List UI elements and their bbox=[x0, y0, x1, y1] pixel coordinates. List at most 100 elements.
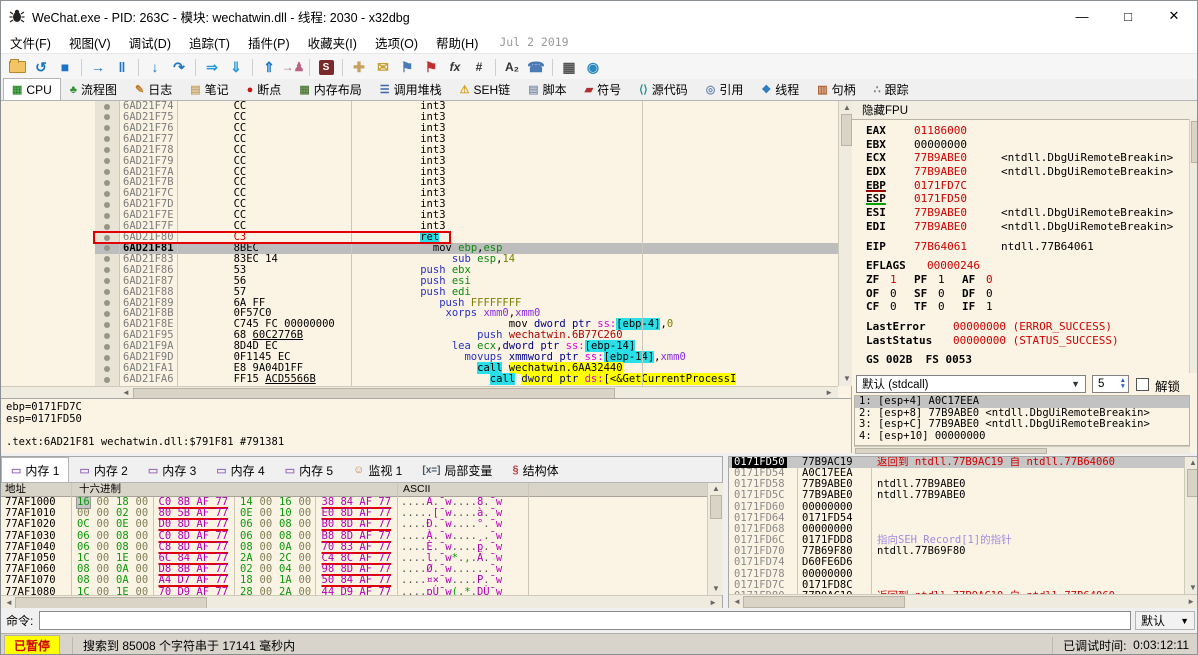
dump-tab-内存 5[interactable]: ▭内存 5 bbox=[275, 457, 343, 482]
calculator-button[interactable]: ▦ bbox=[557, 56, 581, 78]
register-row[interactable]: EIP77B64061ntdll.77B64061 bbox=[852, 240, 1190, 254]
dump-hscrollbar[interactable]: ◄ ► bbox=[1, 595, 722, 609]
tab-CPU[interactable]: ▦CPU bbox=[3, 78, 61, 100]
breakpoint-dot-icon[interactable] bbox=[104, 289, 110, 295]
tab-源代码[interactable]: ⟨⟩源代码 bbox=[630, 78, 697, 100]
register-row[interactable]: ECX77B9ABE0<ntdll.DbgUiRemoteBreakin> bbox=[852, 151, 1190, 165]
breakpoint-dot-icon[interactable] bbox=[104, 136, 110, 142]
tab-笔记[interactable]: ▤笔记 bbox=[181, 78, 237, 100]
tab-符号[interactable]: ▰符号 bbox=[576, 78, 630, 100]
dump-vscrollbar[interactable]: ▲ ▼ bbox=[707, 483, 723, 595]
breakpoint-dot-icon[interactable] bbox=[104, 180, 110, 186]
tab-句柄[interactable]: ▥句柄 bbox=[808, 78, 864, 100]
disasm-row[interactable]: 6AD21F78CCint3 bbox=[1, 145, 838, 156]
menu-插件(P)[interactable]: 插件(P) bbox=[239, 31, 299, 54]
calling-convention-select[interactable]: 默认 (stdcall)▼ bbox=[856, 375, 1086, 393]
disasm-row[interactable]: 6AD21F8756push esi bbox=[1, 276, 838, 287]
tab-线程[interactable]: ❖线程 bbox=[752, 78, 808, 100]
register-row[interactable]: ESP0171FD50 bbox=[852, 192, 1190, 206]
stack-row[interactable]: 0171FD5C77B9ABE0ntdll.77B9ABE0 bbox=[729, 490, 1184, 501]
flags-row[interactable]: ZF1PF1AF0 bbox=[852, 273, 1190, 287]
breakpoint-dot-icon[interactable] bbox=[104, 366, 110, 372]
register-row[interactable]: EBX00000000 bbox=[852, 138, 1190, 152]
breakpoint-dot-icon[interactable] bbox=[104, 344, 110, 350]
tab-跟踪[interactable]: ∴跟踪 bbox=[865, 78, 918, 100]
dump-tab-内存 4[interactable]: ▭内存 4 bbox=[206, 457, 274, 482]
breakpoint-dot-icon[interactable] bbox=[104, 300, 110, 306]
tab-SEH链[interactable]: ⚠SEH链 bbox=[451, 78, 520, 100]
function-button[interactable]: fx bbox=[443, 56, 467, 78]
run-to-user-module-button[interactable]: →♟ bbox=[281, 56, 305, 78]
assemble-button[interactable]: # bbox=[467, 56, 491, 78]
menu-帮助(H)[interactable]: 帮助(H) bbox=[427, 31, 487, 54]
breakpoint-dot-icon[interactable] bbox=[104, 267, 110, 273]
dump-tab-内存 3[interactable]: ▭内存 3 bbox=[138, 457, 206, 482]
hide-fpu-button[interactable]: 隐藏FPU bbox=[852, 101, 1198, 120]
call-argument-row[interactable]: 1: [esp+4] A0C17EEA bbox=[855, 396, 1189, 408]
label-button[interactable]: ⚑ bbox=[395, 56, 419, 78]
stack-row[interactable]: 0171FD6000000000 bbox=[729, 502, 1184, 513]
dump-tab-局部变量[interactable]: [x=]局部变量 bbox=[412, 457, 502, 482]
close-button[interactable]: ✕ bbox=[1151, 1, 1197, 31]
breakpoint-dot-icon[interactable] bbox=[104, 256, 110, 262]
maximize-button[interactable]: □ bbox=[1105, 1, 1151, 31]
disasm-row[interactable]: 6AD21F8857push edi bbox=[1, 287, 838, 298]
breakpoint-dot-icon[interactable] bbox=[104, 202, 110, 208]
execute-till-return-button[interactable]: ⇑ bbox=[257, 56, 281, 78]
arg-count-stepper[interactable]: 5 ▲▼ bbox=[1092, 375, 1129, 393]
breakpoint-dot-icon[interactable] bbox=[104, 104, 110, 110]
dump-tab-监视 1[interactable]: ☺监视 1 bbox=[343, 457, 412, 482]
registers-vscrollbar[interactable] bbox=[1189, 119, 1198, 373]
flags-row[interactable]: CF0TF0IF1 bbox=[852, 300, 1190, 314]
step-into-source-button[interactable]: ⇓ bbox=[224, 56, 248, 78]
register-row[interactable]: EDI77B9ABE0<ntdll.DbgUiRemoteBreakin> bbox=[852, 220, 1190, 234]
stack-row[interactable]: 0171FD7077B69F80ntdll.77B69F80 bbox=[729, 546, 1184, 557]
breakpoint-dot-icon[interactable] bbox=[104, 311, 110, 317]
stack-row[interactable]: 0171FD640171FD54 bbox=[729, 513, 1184, 524]
disasm-vscrollbar[interactable]: ▲ ▼ bbox=[838, 101, 853, 386]
minimize-button[interactable]: — bbox=[1059, 1, 1105, 31]
patches-button[interactable]: ✚ bbox=[347, 56, 371, 78]
last-error-row[interactable]: LastStatus00000000 (STATUS_SUCCESS) bbox=[852, 334, 1190, 348]
breakpoint-dot-icon[interactable] bbox=[104, 158, 110, 164]
menu-调试(D)[interactable]: 调试(D) bbox=[120, 31, 180, 54]
disasm-row[interactable]: 6AD21F79CCint3 bbox=[1, 156, 838, 167]
register-row[interactable]: EDX77B9ABE0<ntdll.DbgUiRemoteBreakin> bbox=[852, 165, 1190, 179]
dump-tab-内存 1[interactable]: ▭内存 1 bbox=[1, 457, 69, 482]
breakpoint-dot-icon[interactable] bbox=[104, 333, 110, 339]
tab-引用[interactable]: ◎引用 bbox=[697, 78, 753, 100]
stack-row[interactable]: 0171FD5077B9AC19返回到 ntdll.77B9AC19 自 ntd… bbox=[729, 457, 1184, 468]
breakpoint-dot-icon[interactable] bbox=[104, 114, 110, 120]
comment-button[interactable]: ✉ bbox=[371, 56, 395, 78]
handles-phone-button[interactable]: ☎ bbox=[524, 56, 548, 78]
online-help-button[interactable]: ◉ bbox=[581, 56, 605, 78]
stack-row[interactable]: 0171FD7800000000 bbox=[729, 569, 1184, 580]
step-over-button[interactable]: ↷ bbox=[167, 56, 191, 78]
breakpoint-dot-icon[interactable] bbox=[104, 355, 110, 361]
tab-调用堆栈[interactable]: ☰调用堆栈 bbox=[371, 78, 451, 100]
tab-脚本[interactable]: ▤脚本 bbox=[519, 78, 575, 100]
scylla-button[interactable]: S bbox=[314, 56, 338, 78]
dump-tab-结构体[interactable]: §结构体 bbox=[502, 457, 568, 482]
tab-断点[interactable]: ●断点 bbox=[238, 78, 291, 100]
tab-日志[interactable]: ✎日志 bbox=[126, 78, 181, 100]
open-file-button[interactable] bbox=[5, 56, 29, 78]
disasm-row[interactable]: 6AD21F80C3ret bbox=[1, 232, 838, 243]
call-argument-row[interactable]: 4: [esp+10] 00000000 bbox=[855, 431, 1189, 443]
command-syntax-select[interactable]: 默认▼ bbox=[1135, 611, 1195, 630]
restart-button[interactable]: ↺ bbox=[29, 56, 53, 78]
run-to-user-code-button[interactable]: ⇒ bbox=[200, 56, 224, 78]
breakpoint-dot-icon[interactable] bbox=[104, 377, 110, 383]
menu-文件(F)[interactable]: 文件(F) bbox=[1, 31, 60, 54]
tab-内存布局[interactable]: ▦内存布局 bbox=[290, 78, 370, 100]
register-row[interactable]: EAX01186000 bbox=[852, 124, 1190, 138]
menu-选项(O)[interactable]: 选项(O) bbox=[366, 31, 427, 54]
disasm-row[interactable]: 6AD21FA6FF15 ACD5566Bcall dword ptr ds:[… bbox=[1, 374, 838, 385]
menu-收藏夹(I)[interactable]: 收藏夹(I) bbox=[299, 31, 366, 54]
dump-tab-内存 2[interactable]: ▭内存 2 bbox=[69, 457, 137, 482]
tab-流程图[interactable]: ♣流程图 bbox=[61, 78, 126, 100]
breakpoint-dot-icon[interactable] bbox=[104, 191, 110, 197]
breakpoint-dot-icon[interactable] bbox=[104, 147, 110, 153]
unlock-checkbox[interactable] bbox=[1136, 378, 1149, 391]
command-input[interactable] bbox=[39, 611, 1131, 630]
